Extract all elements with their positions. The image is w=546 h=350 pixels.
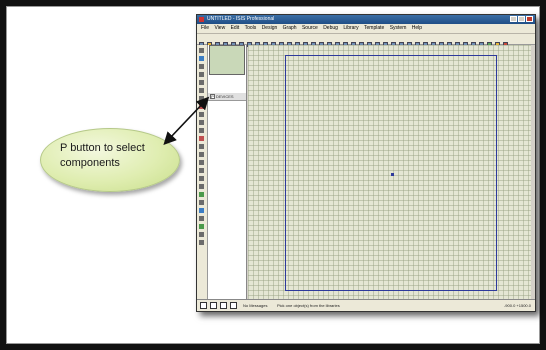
- line-icon[interactable]: [199, 168, 204, 173]
- menu-file[interactable]: File: [201, 25, 209, 31]
- voltage-probe-icon[interactable]: [199, 144, 204, 149]
- subcircuit-icon[interactable]: [199, 96, 204, 101]
- arc-icon[interactable]: [199, 192, 204, 197]
- step-button[interactable]: [210, 302, 217, 309]
- menu-view[interactable]: View: [214, 25, 225, 31]
- device-pins-icon[interactable]: [199, 112, 204, 117]
- minimize-button[interactable]: [510, 16, 517, 22]
- application-window: UNTITLED - ISIS Professional File View E…: [196, 14, 536, 312]
- menu-graph[interactable]: Graph: [283, 25, 297, 31]
- tape-recorder-icon[interactable]: [199, 128, 204, 133]
- object-selector-panel: [208, 45, 247, 299]
- generator-icon[interactable]: [199, 136, 204, 141]
- callout-text: P button to select components: [60, 141, 170, 171]
- main-toolbar: [197, 34, 535, 47]
- devices-header: P DEVICES: [208, 93, 246, 101]
- vertical-scrollbar[interactable]: [531, 45, 535, 299]
- marker-icon[interactable]: [199, 224, 204, 229]
- app-icon: [199, 17, 204, 22]
- current-probe-icon[interactable]: [199, 152, 204, 157]
- component-mode-icon[interactable]: [199, 56, 204, 61]
- status-message: No Messages: [243, 303, 268, 308]
- callout-line-1: P button to select: [60, 142, 145, 154]
- title-bar: UNTITLED - ISIS Professional: [197, 15, 535, 24]
- symbol-icon[interactable]: [199, 216, 204, 221]
- junction-dot-icon[interactable]: [199, 64, 204, 69]
- mirror-icon[interactable]: [199, 240, 204, 245]
- menu-bar: File View Edit Tools Design Graph Source…: [197, 24, 535, 34]
- close-button[interactable]: [526, 16, 533, 22]
- menu-library[interactable]: Library: [343, 25, 358, 31]
- text-script-icon[interactable]: [199, 80, 204, 85]
- devices-header-label: DEVICES: [216, 94, 234, 99]
- text-icon[interactable]: [199, 208, 204, 213]
- box-icon[interactable]: [199, 176, 204, 181]
- menu-tools[interactable]: Tools: [245, 25, 257, 31]
- menu-design[interactable]: Design: [262, 25, 278, 31]
- overview-window[interactable]: [209, 45, 245, 75]
- selection-mode-icon[interactable]: [199, 48, 204, 53]
- mode-toolbar: [197, 45, 208, 299]
- menu-system[interactable]: System: [390, 25, 407, 31]
- maximize-button[interactable]: [518, 16, 525, 22]
- circle-icon[interactable]: [199, 184, 204, 189]
- path-icon[interactable]: [199, 200, 204, 205]
- callout-line-2: components: [60, 157, 120, 169]
- menu-help[interactable]: Help: [412, 25, 422, 31]
- menu-debug[interactable]: Debug: [323, 25, 338, 31]
- origin-marker: [391, 173, 394, 176]
- virtual-instruments-icon[interactable]: [199, 160, 204, 165]
- rotate-icon[interactable]: [199, 232, 204, 237]
- terminals-icon[interactable]: [199, 104, 204, 109]
- wire-label-icon[interactable]: [199, 72, 204, 77]
- pick-devices-button[interactable]: P: [210, 94, 215, 99]
- status-coordinates: -900.0 +1500.0: [503, 303, 531, 308]
- menu-template[interactable]: Template: [364, 25, 384, 31]
- stop-button[interactable]: [230, 302, 237, 309]
- status-hint: Pick one object(s) from the libraries: [277, 303, 340, 308]
- window-title: UNTITLED - ISIS Professional: [207, 16, 275, 22]
- menu-edit[interactable]: Edit: [231, 25, 240, 31]
- buses-icon[interactable]: [199, 88, 204, 93]
- pause-button[interactable]: [220, 302, 227, 309]
- play-button[interactable]: [200, 302, 207, 309]
- menu-source[interactable]: Source: [302, 25, 318, 31]
- graph-mode-icon[interactable]: [199, 120, 204, 125]
- status-bar: No Messages Pick one object(s) from the …: [197, 299, 535, 311]
